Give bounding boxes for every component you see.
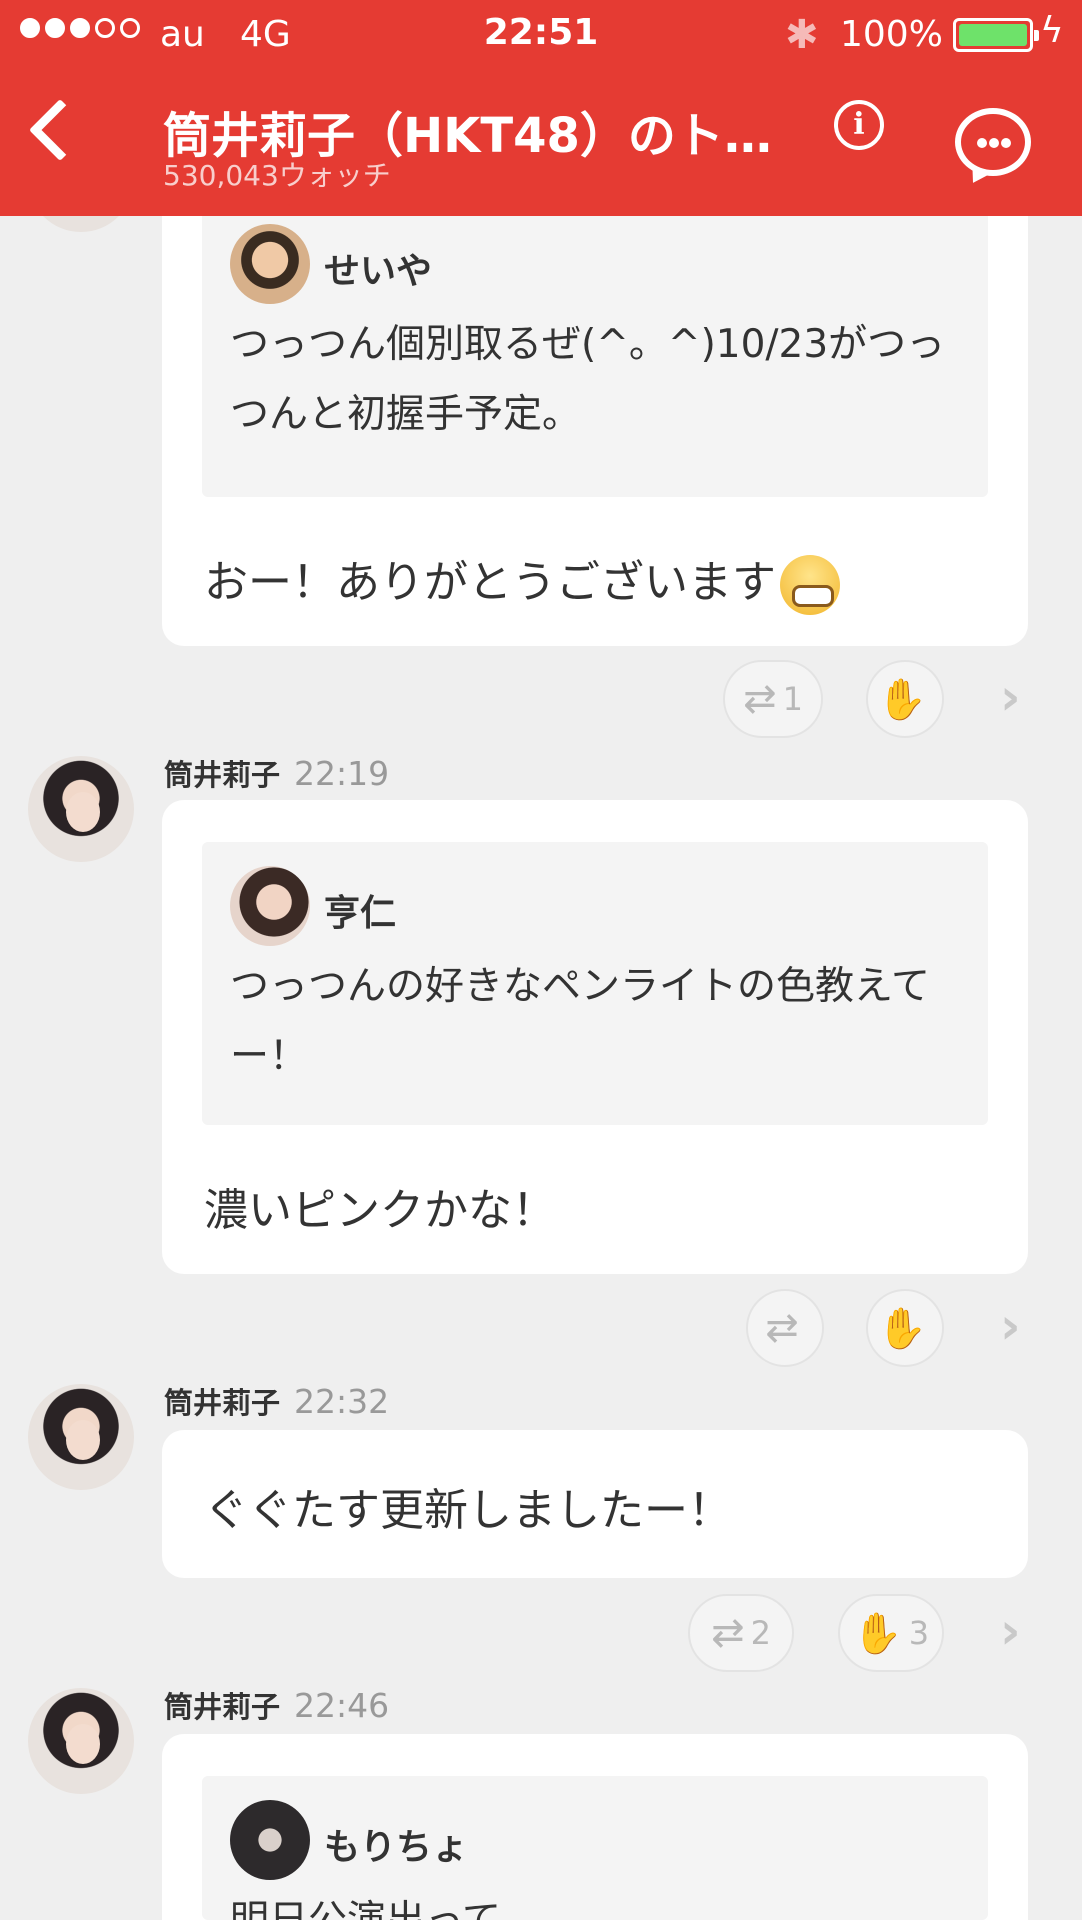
quote-text: つっつん個別取るぜ(^。^)10/23がつっつんと初握手予定。 — [230, 322, 946, 437]
retweet-button[interactable]: ⇄ 2 — [688, 1594, 794, 1672]
chevron-right-icon[interactable]: › — [1000, 1602, 1021, 1660]
quoted-comment[interactable]: もりちょ 明日公演出って — [202, 1776, 988, 1920]
back-button[interactable] — [28, 98, 92, 162]
quote-avatar — [230, 1800, 310, 1880]
battery-icon — [953, 18, 1039, 52]
chevron-right-icon[interactable]: › — [1000, 668, 1021, 726]
author-avatar[interactable] — [28, 1688, 134, 1794]
reply-text: ぐぐたす更新しましたー！ — [204, 1485, 732, 1536]
bluetooth-icon: ✱ — [785, 12, 819, 58]
message-meta: 筒井莉子 22:19 — [164, 752, 389, 794]
charging-icon: ϟ — [1040, 10, 1064, 51]
retweet-button[interactable]: ⇄ — [746, 1289, 824, 1367]
app-header: au 4G 22:51 ✱ 100% ϟ 筒井莉子（HKT48）のト… 530,… — [0, 0, 1082, 216]
chevron-right-icon[interactable]: › — [1000, 1297, 1021, 1355]
quote-author-name: せいや — [324, 251, 433, 292]
quote-author-name: もりちょ — [324, 1827, 469, 1868]
clap-button[interactable]: ✋ — [866, 660, 944, 738]
battery-percentage: 100% — [840, 14, 943, 55]
message-time: 22:32 — [294, 1382, 390, 1421]
quote-avatar — [230, 224, 310, 304]
retweet-icon: ⇄ — [711, 1610, 745, 1656]
chat-button[interactable] — [955, 108, 1031, 176]
message-card: もりちょ 明日公演出って — [162, 1734, 1028, 1920]
status-bar: au 4G 22:51 ✱ 100% ϟ — [0, 0, 1082, 70]
message-card: ぐぐたす更新しましたー！ — [162, 1430, 1028, 1578]
clap-icon: ✋ — [877, 1305, 927, 1352]
message-meta: 筒井莉子 22:46 — [164, 1684, 389, 1726]
clap-icon: ✋ — [852, 1610, 903, 1657]
retweet-count: 2 — [750, 1614, 771, 1652]
clap-button[interactable]: ✋ — [866, 1289, 944, 1367]
quote-text: つっつんの好きなペンライトの色教えてー！ — [230, 964, 931, 1079]
quote-text: 明日公演出って — [230, 1886, 970, 1920]
message-card: せいや つっつん個別取るぜ(^。^)10/23がつっつんと初握手予定。 おー！あ… — [162, 190, 1028, 646]
clap-button[interactable]: ✋ 3 — [838, 1594, 944, 1672]
reply-text: 濃いピンクかな！ — [204, 1185, 556, 1236]
message-actions: ⇄ ✋ › — [0, 1289, 1082, 1369]
reply-text: おー！ありがとうございます — [204, 546, 840, 615]
quote-author-name: 亨仁 — [324, 893, 397, 934]
message-actions: ⇄ 2 ✋ 3 › — [0, 1594, 1082, 1674]
message-card: 亨仁 つっつんの好きなペンライトの色教えてー！ 濃いピンクかな！ — [162, 800, 1028, 1274]
clap-icon: ✋ — [877, 676, 927, 723]
author-name: 筒井莉子 — [164, 1690, 281, 1724]
retweet-icon: ⇄ — [765, 1305, 799, 1351]
reply-text-content: おー！ありがとうございます — [204, 557, 776, 608]
author-name: 筒井莉子 — [164, 758, 281, 792]
info-button[interactable]: i — [834, 100, 884, 150]
clap-count: 3 — [908, 1614, 930, 1652]
message-actions: ⇄ 1 ✋ › — [0, 660, 1082, 740]
quoted-comment[interactable]: せいや つっつん個別取るぜ(^。^)10/23がつっつんと初握手予定。 — [202, 200, 988, 497]
retweet-icon: ⇄ — [743, 676, 777, 722]
author-name: 筒井莉子 — [164, 1386, 281, 1420]
author-avatar[interactable] — [28, 1384, 134, 1490]
quote-avatar — [230, 866, 310, 946]
message-meta: 筒井莉子 22:32 — [164, 1380, 389, 1422]
retweet-button[interactable]: ⇄ 1 — [723, 660, 823, 738]
grin-emoji-icon — [780, 555, 840, 615]
quoted-comment[interactable]: 亨仁 つっつんの好きなペンライトの色教えてー！ — [202, 842, 988, 1125]
watch-count: 530,043ウォッチ — [163, 159, 391, 192]
retweet-count: 1 — [782, 680, 803, 718]
message-time: 22:19 — [294, 754, 390, 793]
message-time: 22:46 — [294, 1686, 390, 1725]
author-avatar[interactable] — [28, 756, 134, 862]
